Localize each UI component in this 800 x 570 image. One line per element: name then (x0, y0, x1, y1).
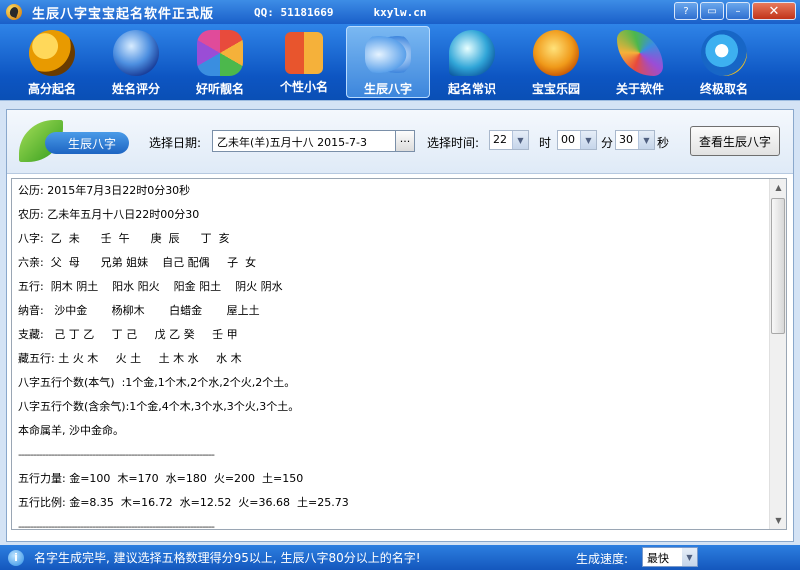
close-button[interactable]: ✕ (752, 2, 796, 20)
app-icon (6, 4, 22, 20)
globe-icon (113, 30, 159, 76)
query-bar: 生辰八字 选择日期: 乙未年(羊)五月十八 2015-7-3 ... 选择时间:… (7, 110, 793, 174)
tab-nicknames[interactable]: 个性小名 (262, 24, 346, 100)
vertical-scrollbar[interactable]: ▲ ▼ (769, 179, 786, 529)
result-lines: 公历: 2015年7月3日22时0分30秒 农历: 乙未年五月十八日22时00分3… (18, 179, 764, 530)
chevron-down-icon: ▼ (638, 131, 654, 149)
status-message: 名字生成完毕, 建议选择五格数理得分95以上, 生辰八字80分以上的名字! (34, 551, 421, 565)
tab-label: 终极取名 (699, 82, 748, 96)
view-bazi-button[interactable]: 查看生辰八字 (690, 126, 780, 156)
result-line: 八字: 乙 未 壬 午 庚 辰 丁 亥 (18, 232, 230, 245)
minimize-button[interactable]: – (726, 2, 750, 20)
tab-birth-bazi[interactable]: 生辰八字 (346, 26, 430, 98)
tab-label: 姓名评分 (111, 82, 160, 96)
result-line: 八字五行个数(本气) :1个金,1个木,2个水,2个火,2个土。 (18, 376, 296, 389)
drop-icon (449, 30, 495, 76)
result-line: 农历: 乙未年五月十八日22时00分30 (18, 208, 200, 221)
tab-label: 关于软件 (615, 82, 664, 96)
result-line: 纳音: 沙中金 杨柳木 白蜡金 屋上土 (18, 304, 260, 317)
flower-icon (197, 30, 243, 76)
minute-unit: 分 (601, 136, 614, 150)
separator-line: ----------------------------------------… (18, 520, 215, 530)
section-title: 生辰八字 (45, 132, 129, 154)
yinyang-icon (29, 30, 75, 76)
second-value: 30 (619, 133, 633, 146)
info-icon: i (8, 549, 24, 566)
tab-nice-names[interactable]: 好听靓名 (178, 24, 262, 100)
speed-value: 最快 (647, 552, 669, 565)
qq-number: QQ: 51181669 (254, 5, 334, 19)
bird-icon (533, 30, 579, 76)
result-line: 本命属羊, 沙中金命。 (18, 424, 124, 437)
scroll-up-icon[interactable]: ▲ (770, 179, 786, 196)
tab-label: 宝宝乐园 (531, 82, 580, 96)
main-toolbar: 高分起名 姓名评分 好听靓名 个性小名 生辰八字 起名常识 宝宝乐园 关于软件 … (0, 24, 800, 100)
chevron-down-icon: ▼ (580, 131, 596, 149)
tab-about-software[interactable]: 关于软件 (598, 24, 682, 100)
hour-unit: 时 (539, 136, 552, 150)
result-line: 八字五行个数(含余气):1个金,4个木,3个水,3个火,3个土。 (18, 400, 300, 413)
window-title: 生辰八字宝宝起名软件正式版 (32, 6, 215, 22)
scroll-down-icon[interactable]: ▼ (770, 512, 786, 529)
result-line: 五行比例: 金=8.35 木=16.72 水=12.52 火=36.68 土=2… (18, 496, 349, 509)
tab-label: 高分起名 (27, 82, 76, 96)
speed-label: 生成速度: (576, 552, 629, 566)
result-line: 藏五行: 土 火 木 火 土 土 木 水 水 木 (18, 352, 242, 365)
office-icon (285, 32, 323, 74)
tab-label: 好听靓名 (195, 82, 244, 96)
wing-icon (617, 30, 663, 76)
tab-baby-park[interactable]: 宝宝乐园 (514, 24, 598, 100)
title-bar: 生辰八字宝宝起名软件正式版 QQ: 51181669 kxylw.cn ? ▭ … (0, 0, 800, 24)
status-bar: i 名字生成完毕, 建议选择五格数理得分95以上, 生辰八字80分以上的名字! … (0, 545, 800, 570)
butterfly-icon (365, 33, 411, 76)
speed-select[interactable]: 最快 ▼ (642, 547, 698, 567)
window-controls: ? ▭ – ✕ (674, 2, 796, 20)
result-textarea[interactable]: 公历: 2015年7月3日22时0分30秒 农历: 乙未年五月十八日22时00分3… (11, 178, 787, 530)
bazi-panel: 生辰八字 选择日期: 乙未年(羊)五月十八 2015-7-3 ... 选择时间:… (6, 109, 794, 542)
tab-label: 个性小名 (279, 80, 328, 94)
minute-value: 00 (561, 133, 575, 146)
date-picker-button[interactable]: ... (395, 130, 415, 152)
date-field[interactable]: 乙未年(羊)五月十八 2015-7-3 (212, 130, 398, 152)
tab-name-scoring[interactable]: 姓名评分 (94, 24, 178, 100)
content-frame: 生辰八字 选择日期: 乙未年(羊)五月十八 2015-7-3 ... 选择时间:… (0, 100, 800, 545)
tab-label: 生辰八字 (363, 82, 412, 96)
section-badge: 生辰八字 (15, 118, 135, 162)
date-label: 选择日期: (149, 136, 202, 150)
separator-line: ----------------------------------------… (18, 448, 215, 461)
tab-ultimate-naming[interactable]: 终极取名 (682, 24, 766, 100)
tab-label: 起名常识 (447, 82, 496, 96)
chevron-down-icon: ▼ (512, 131, 528, 149)
ie-icon (701, 30, 747, 76)
hour-select[interactable]: 22 ▼ (489, 130, 529, 150)
minute-select[interactable]: 00 ▼ (557, 130, 597, 150)
help-button[interactable]: ? (674, 2, 698, 20)
second-unit: 秒 (657, 136, 670, 150)
tab-naming-knowledge[interactable]: 起名常识 (430, 24, 514, 100)
result-line: 五行力量: 金=100 木=170 水=180 火=200 土=150 (18, 472, 304, 485)
result-line: 公历: 2015年7月3日22时0分30秒 (18, 184, 191, 197)
result-line: 五行: 阴木 阴土 阳水 阳火 阳金 阳土 阴火 阴水 (18, 280, 283, 293)
time-label: 选择时间: (427, 136, 480, 150)
result-line: 六亲: 父 母 兄弟 姐妹 自己 配偶 子 女 (18, 256, 257, 269)
hour-value: 22 (493, 133, 507, 146)
result-line: 支藏: 己 丁 乙 丁 己 戊 乙 癸 壬 甲 (18, 328, 238, 341)
second-select[interactable]: 30 ▼ (615, 130, 655, 150)
restore-button[interactable]: ▭ (700, 2, 724, 20)
tab-high-score-naming[interactable]: 高分起名 (10, 24, 94, 100)
chevron-down-icon: ▼ (682, 548, 697, 566)
site-url: kxylw.cn (373, 5, 427, 19)
scroll-thumb[interactable] (771, 198, 785, 334)
